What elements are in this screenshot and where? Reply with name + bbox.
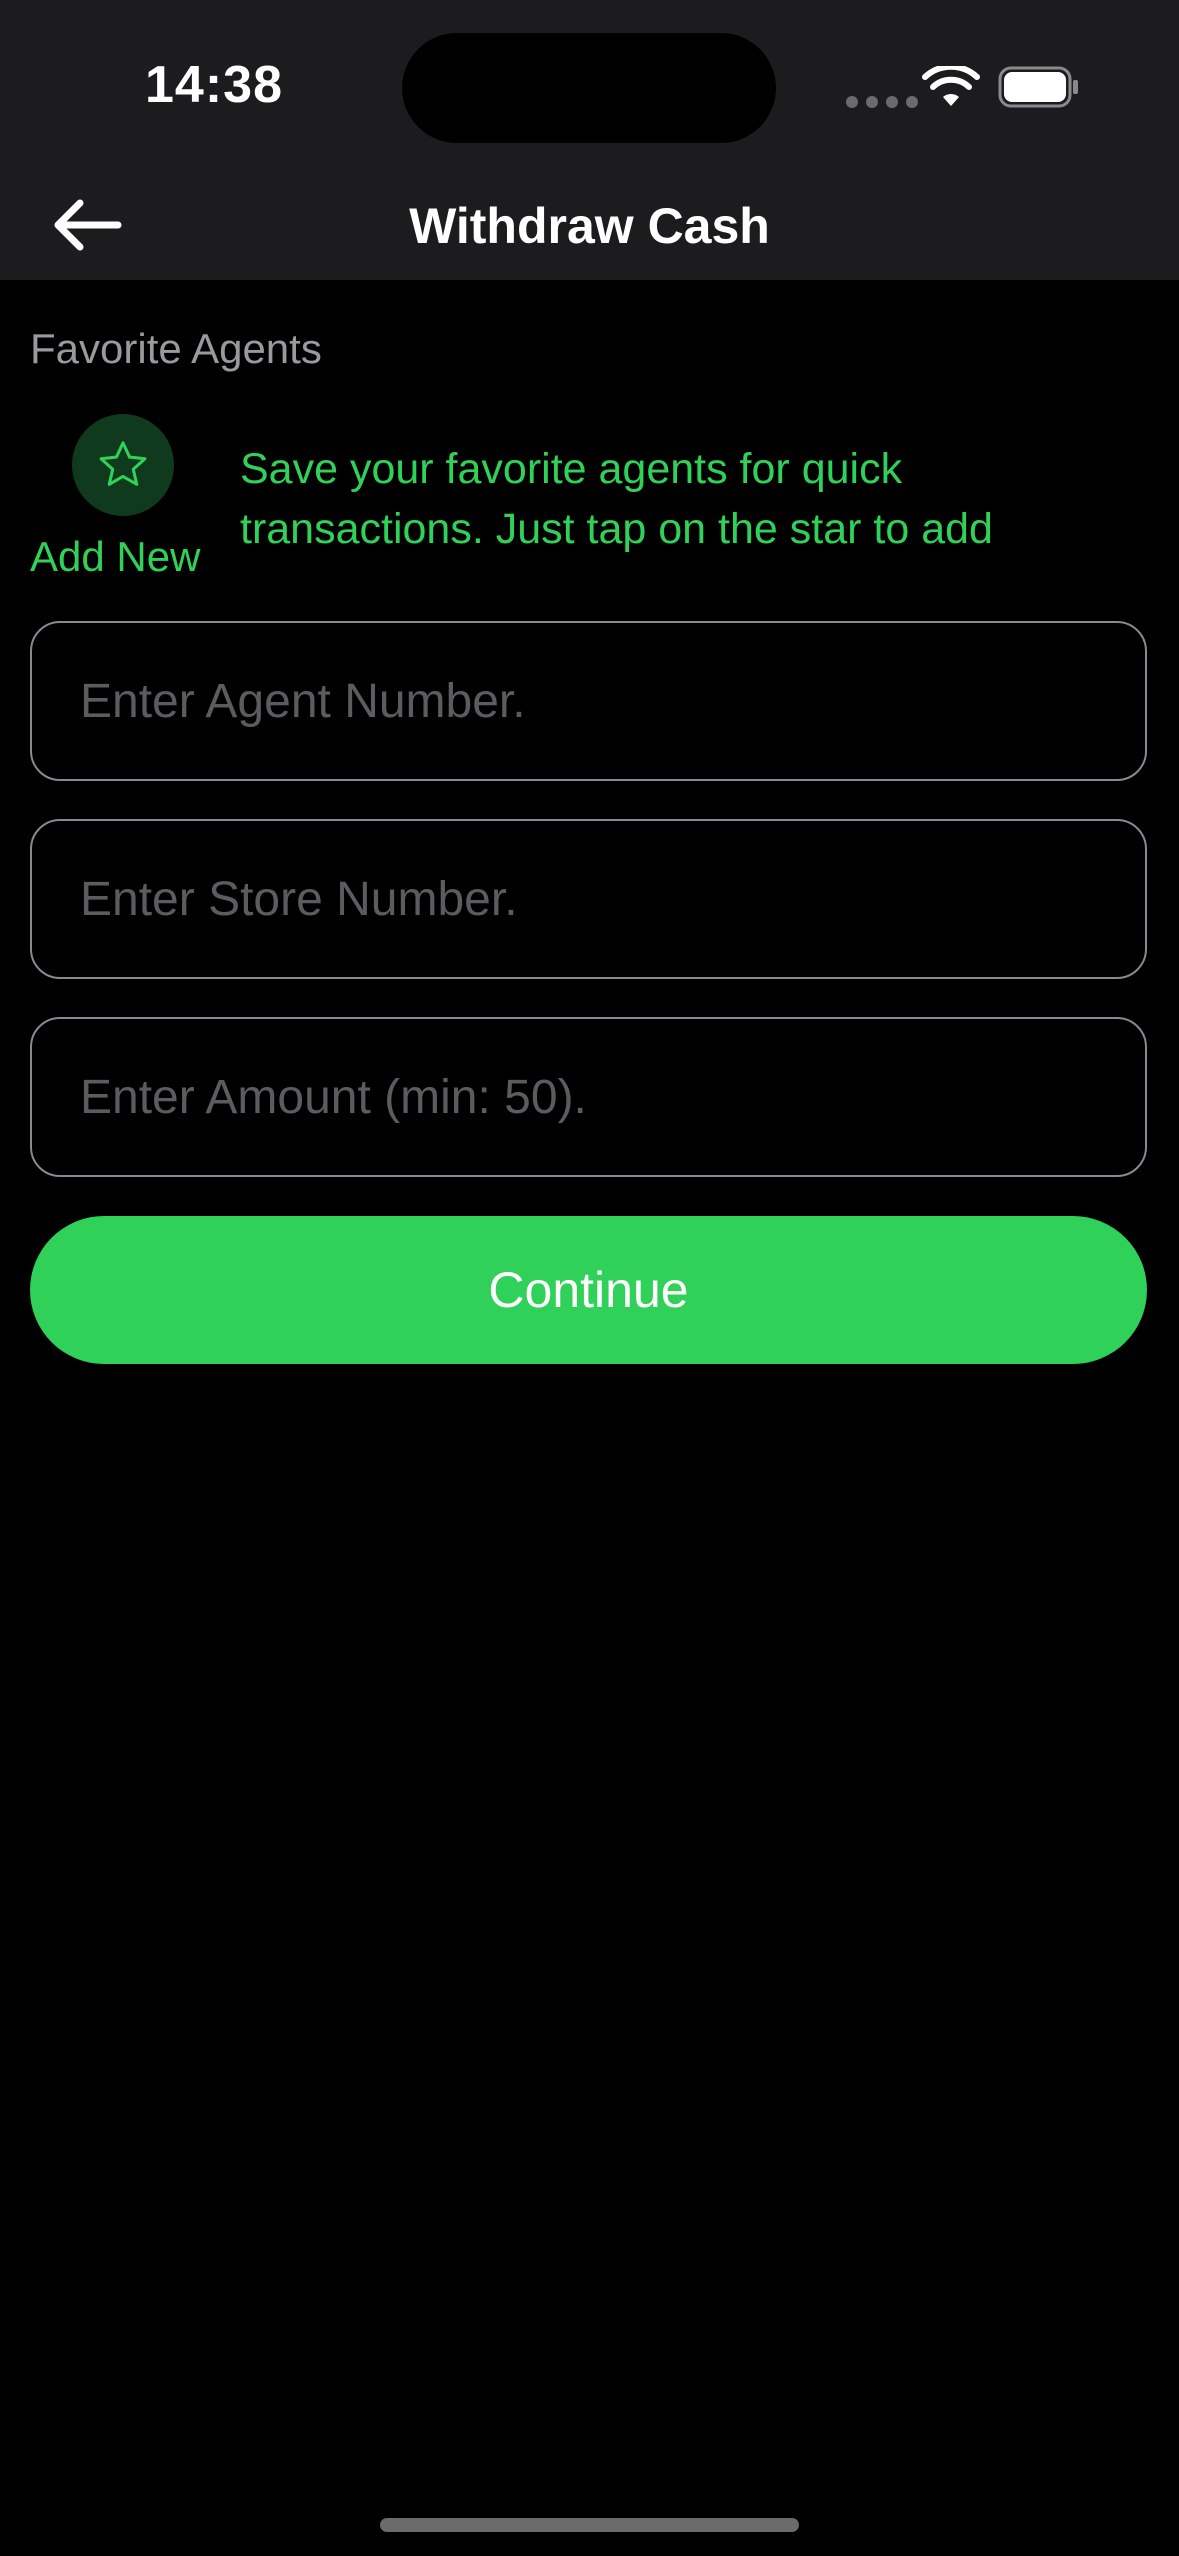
status-bar: 14:38 [0, 0, 1179, 170]
battery-icon [998, 66, 1078, 108]
cellular-signal-icon [846, 96, 918, 108]
navigation-bar: Withdraw Cash [0, 170, 1179, 280]
dynamic-island [402, 33, 776, 143]
agent-number-input[interactable] [32, 623, 1145, 779]
agent-number-field[interactable] [30, 621, 1147, 781]
add-new-label[interactable]: Add New [30, 533, 200, 581]
add-favorite-button[interactable] [72, 414, 174, 516]
amount-field[interactable] [30, 1017, 1147, 1177]
favorites-hint-text: Save your favorite agents for quick tran… [240, 445, 993, 553]
status-time: 14:38 [145, 56, 283, 114]
wifi-icon [922, 66, 980, 106]
home-indicator [380, 2518, 799, 2532]
star-icon [99, 441, 147, 486]
store-number-field[interactable] [30, 819, 1147, 979]
store-number-input[interactable] [32, 821, 1145, 977]
continue-button[interactable]: Continue [30, 1216, 1147, 1364]
favorite-agents-label: Favorite Agents [30, 325, 322, 372]
amount-input[interactable] [32, 1019, 1145, 1175]
page-title: Withdraw Cash [409, 198, 770, 254]
